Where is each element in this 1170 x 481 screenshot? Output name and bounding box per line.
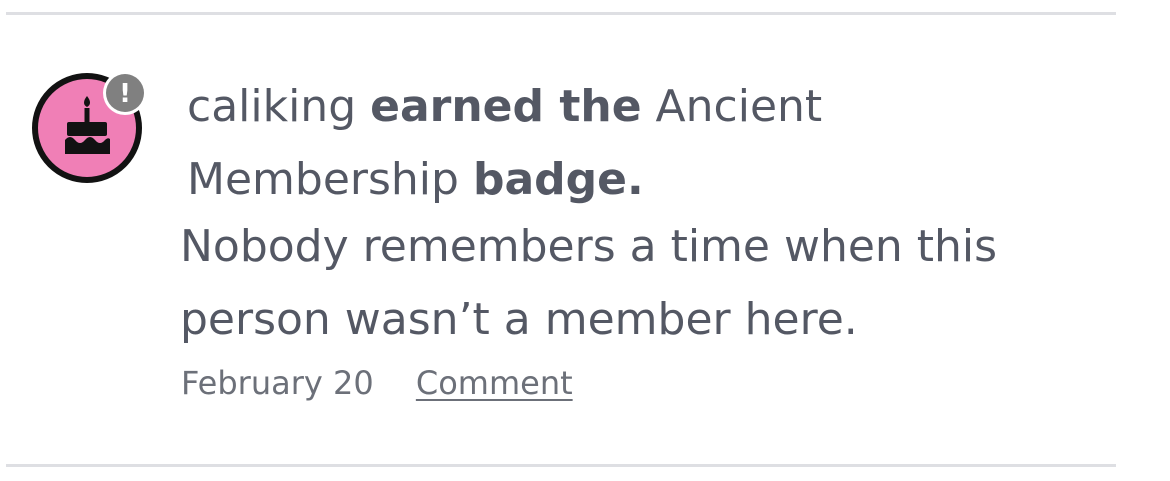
description-line-1: Nobody remembers a time when this (180, 221, 998, 272)
action-text: earned the (370, 81, 642, 132)
activity-headline: caliking earned the Ancient Membership b… (187, 70, 1087, 216)
bottom-divider (6, 464, 1116, 467)
description-line-2: person wasn’t a member here. (180, 294, 858, 345)
activity-date: February 20 (181, 364, 374, 402)
activity-meta: February 20 Comment (181, 360, 573, 406)
comment-link[interactable]: Comment (416, 364, 573, 402)
alert-icon: ! (119, 79, 131, 109)
badge-word: badge. (472, 154, 644, 205)
username-link[interactable]: caliking (187, 81, 356, 132)
birthday-cake-icon: ! (31, 70, 147, 184)
badge-avatar[interactable]: ! (29, 68, 147, 186)
top-divider (6, 12, 1116, 15)
badge-description: Nobody remembers a time when this person… (180, 210, 1080, 356)
